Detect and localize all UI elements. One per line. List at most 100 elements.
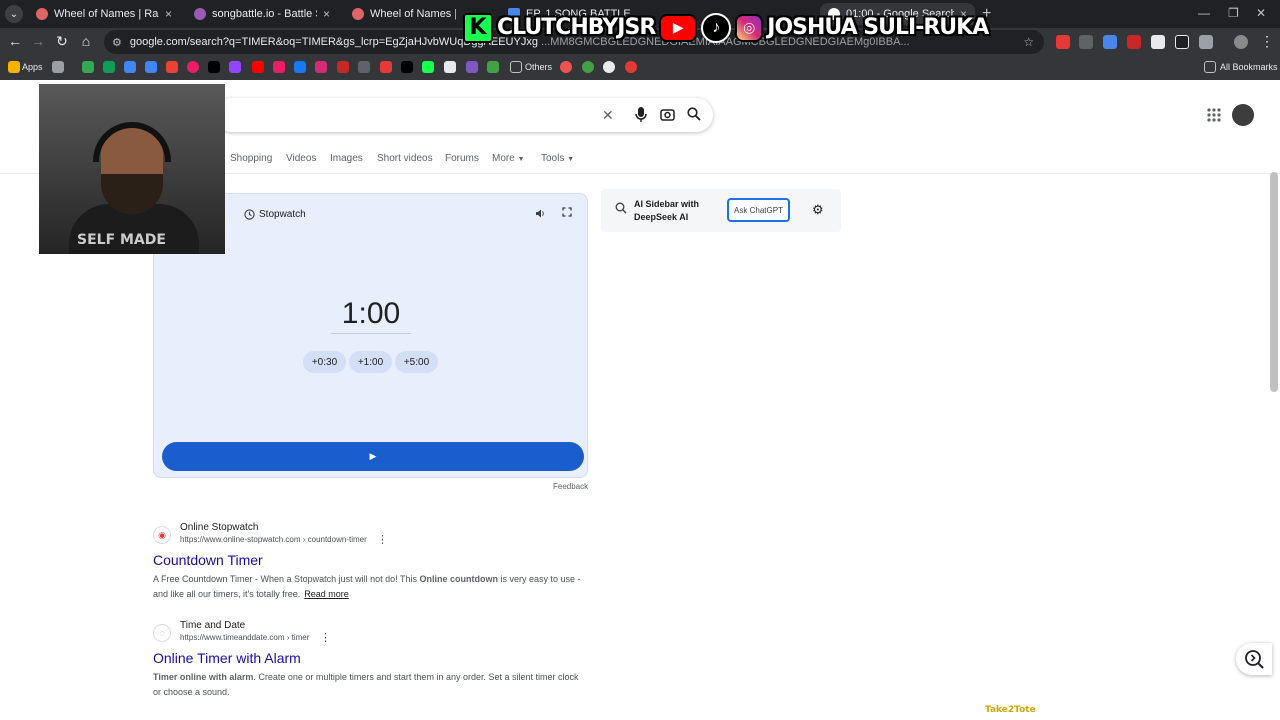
bookmark-icon[interactable] [380, 61, 392, 73]
bookmark-icon[interactable] [625, 61, 637, 73]
bookmark-hq-icon[interactable] [358, 61, 370, 73]
bookmark-icon[interactable] [466, 61, 478, 73]
account-avatar[interactable] [1232, 104, 1254, 126]
clock-icon [244, 209, 255, 220]
filter-images[interactable]: Images [330, 153, 363, 164]
youtube-logo-icon: ▶ [659, 13, 698, 42]
timer-display-underline [331, 333, 411, 334]
filter-shopping[interactable]: Shopping [230, 153, 272, 164]
result-title-link[interactable]: Online Timer with Alarm [153, 650, 301, 666]
bookmark-twitch-icon[interactable] [229, 61, 241, 73]
ai-sidebar-card: AI Sidebar with DeepSeek AI Ask ChatGPT … [601, 189, 841, 232]
tab-wheel-of-names-1[interactable]: Wheel of Names | Random nam × [28, 3, 180, 25]
back-icon[interactable]: ← [6, 33, 24, 49]
search-input[interactable]: ✕ [215, 98, 713, 132]
tab-songbattle[interactable]: songbattle.io - Battle Songs ag × [186, 3, 338, 25]
browser-chrome: ⌄ Wheel of Names | Random nam × songbatt… [0, 0, 1280, 80]
chrome-menu-icon[interactable]: ⋮ [1258, 33, 1276, 50]
add-30s-button[interactable]: +0:30 [303, 351, 346, 373]
voice-search-icon[interactable] [635, 107, 647, 122]
add-5min-button[interactable]: +5:00 [395, 351, 438, 373]
google-apps-icon[interactable] [1207, 108, 1221, 125]
bookmark-icon[interactable] [124, 61, 136, 73]
extension-icon[interactable] [1151, 35, 1165, 49]
bookmark-youtube-icon[interactable] [252, 61, 264, 73]
bookmark-facebook-icon[interactable] [294, 61, 306, 73]
bookmark-icon[interactable] [166, 61, 178, 73]
extension-icon[interactable] [1079, 35, 1093, 49]
timer-mode-tab[interactable]: Stopwatch [244, 209, 306, 220]
fullscreen-icon[interactable] [562, 207, 572, 220]
extension-d-icon[interactable] [1175, 35, 1189, 49]
extensions-puzzle-icon[interactable] [1199, 35, 1213, 49]
bookmark-folder-others[interactable]: Others [525, 62, 552, 72]
ai-search-icon [615, 202, 627, 217]
extension-pdf-icon[interactable] [1127, 35, 1141, 49]
bookmark-icon[interactable] [487, 61, 499, 73]
stream-overlay-banner: K CLUTCHBYJSR ▶ ♪ ◎ JOSHUA SULI-RUKA [463, 11, 989, 44]
caret-down-icon: ▼ [517, 156, 525, 163]
home-icon[interactable]: ⌂ [77, 33, 95, 49]
bookmark-x-icon[interactable] [401, 61, 413, 73]
minimize-button[interactable]: — [1198, 6, 1210, 20]
result-title-link[interactable]: Countdown Timer [153, 552, 263, 568]
profile-avatar[interactable] [1234, 35, 1248, 49]
bookmark-apps[interactable]: Apps [22, 62, 43, 72]
tab-search-button[interactable]: ⌄ [5, 5, 23, 23]
bookmark-icon[interactable] [603, 61, 615, 73]
bookmark-kick-icon[interactable] [422, 61, 434, 73]
filter-more[interactable]: More ▼ [492, 153, 525, 164]
read-more-link[interactable]: Read more [304, 589, 349, 599]
sound-icon[interactable] [535, 208, 546, 222]
bookmark-star-icon[interactable]: ☆ [1023, 35, 1034, 49]
timer-display[interactable]: 1:00 [331, 297, 411, 331]
add-1min-button[interactable]: +1:00 [349, 351, 392, 373]
filter-forums[interactable]: Forums [445, 153, 479, 164]
feedback-link[interactable]: Feedback [553, 482, 588, 491]
more-options-icon[interactable]: ⋮ [377, 533, 388, 546]
bookmark-icon[interactable] [337, 61, 349, 73]
bookmark-icon[interactable] [582, 61, 594, 73]
tab-close-icon[interactable]: × [323, 7, 330, 21]
maximize-button[interactable]: ❐ [1228, 6, 1239, 20]
bookmark-icon[interactable] [273, 61, 285, 73]
result-site-name: Online Stopwatch [180, 522, 259, 533]
site-info-icon[interactable]: ⚙ [112, 36, 122, 49]
start-timer-button[interactable]: ▶ [162, 442, 584, 471]
tab-wheel-of-names-2[interactable]: Wheel of Names | Random [344, 3, 464, 25]
overlay-handle: CLUTCHBYJSR [497, 15, 656, 40]
close-window-button[interactable]: ✕ [1256, 6, 1266, 20]
lens-search-icon[interactable] [660, 107, 675, 125]
bookmark-docs-icon[interactable] [145, 61, 157, 73]
zoom-search-icon[interactable] [1236, 643, 1272, 675]
bookmarks-bar: Apps Others All Bookmarks [0, 56, 1280, 80]
more-options-icon[interactable]: ⋮ [320, 631, 331, 644]
bookmark-icon[interactable] [187, 61, 199, 73]
extension-icon[interactable] [1103, 35, 1117, 49]
bookmark-instagram-icon[interactable] [315, 61, 327, 73]
bookmark-sheets-icon[interactable] [103, 61, 115, 73]
all-bookmarks[interactable]: All Bookmarks [1220, 62, 1278, 72]
gear-icon[interactable]: ⚙ [812, 202, 824, 218]
filter-videos[interactable]: Videos [286, 153, 316, 164]
result-snippet: A Free Countdown Timer - When a Stopwatc… [153, 574, 581, 599]
search-icon[interactable] [687, 107, 701, 124]
tab-close-icon[interactable]: × [165, 7, 172, 21]
reload-icon[interactable]: ↻ [53, 33, 71, 50]
filter-tools[interactable]: Tools ▼ [541, 153, 574, 164]
bookmark-icon[interactable] [444, 61, 456, 73]
apps-grid-icon[interactable] [8, 61, 20, 73]
tab-favicon-icon [194, 8, 206, 20]
clear-search-icon[interactable]: ✕ [602, 107, 614, 124]
bookmark-tiktok-icon[interactable] [208, 61, 220, 73]
bookmark-icon[interactable] [560, 61, 572, 73]
forward-icon[interactable]: → [29, 33, 47, 49]
page-scrollbar[interactable] [1270, 172, 1278, 392]
bookmark-icon[interactable] [82, 61, 94, 73]
ask-chatgpt-button[interactable]: Ask ChatGPT [727, 198, 790, 222]
tab-groups-icon[interactable] [52, 61, 64, 73]
filter-short-videos[interactable]: Short videos [377, 153, 433, 164]
extension-abp-icon[interactable] [1056, 35, 1070, 49]
result-url[interactable]: https://www.timeanddate.com › timer [180, 633, 309, 642]
result-url[interactable]: https://www.online-stopwatch.com › count… [180, 535, 367, 544]
